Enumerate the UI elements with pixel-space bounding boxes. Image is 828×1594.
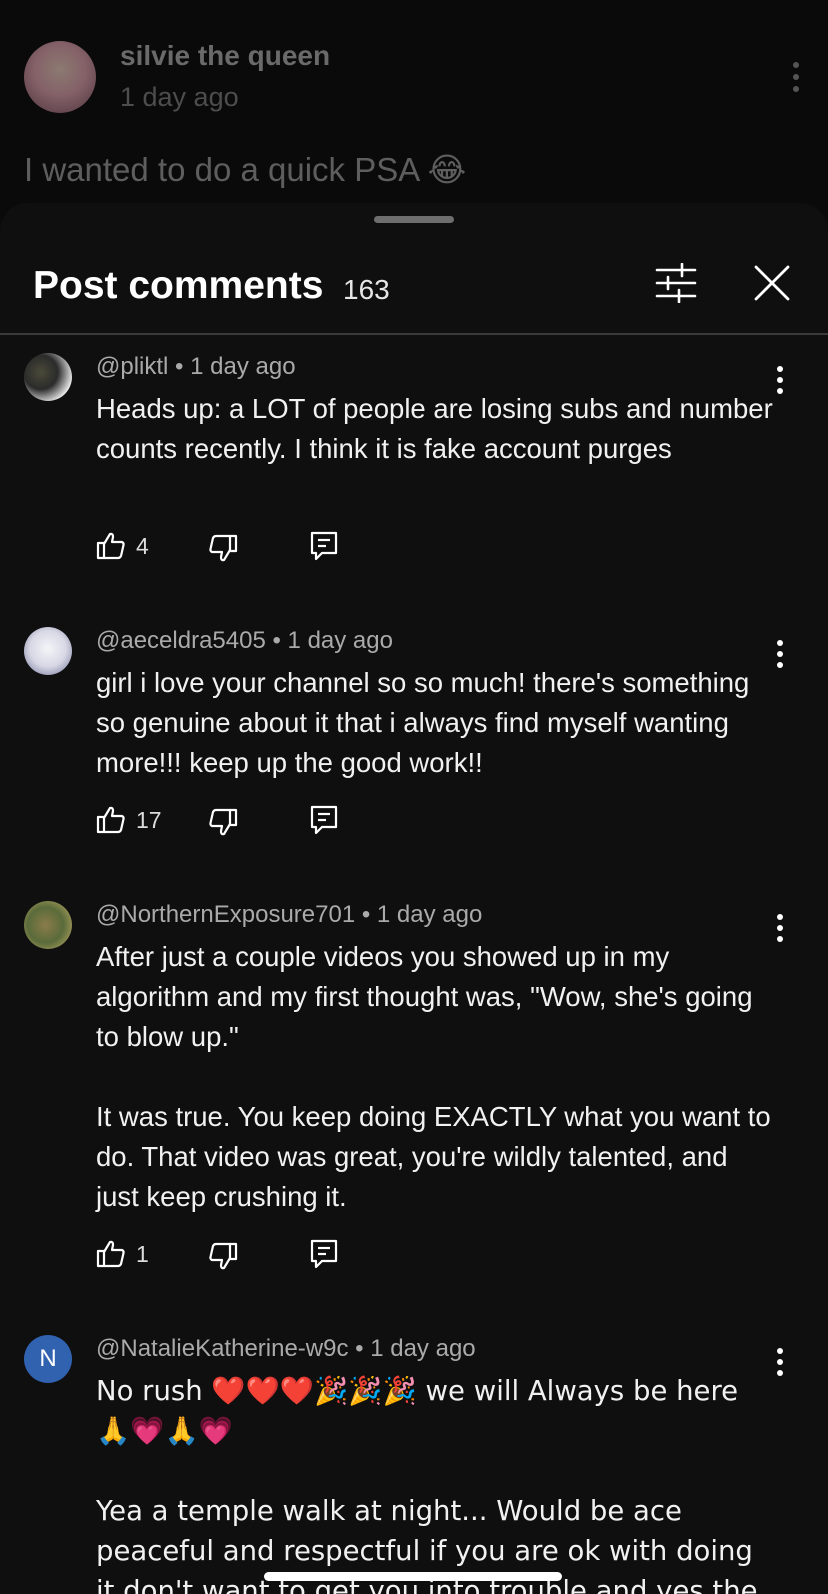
comment-text: No rush ❤️❤️❤️🎉🎉🎉 we will Always be here… [96,1375,758,1594]
reply-icon[interactable] [310,805,338,835]
thumbs-down-icon[interactable] [208,1241,238,1271]
sheet-title: Post comments [33,264,324,307]
post-author-name: silvie the queen [120,40,331,71]
comment-count: 163 [343,274,390,305]
post-text: I wanted to do a quick PSA 😂 [24,151,467,188]
sort-filter-icon[interactable] [654,263,698,303]
avatar-letter: N [39,1345,57,1372]
thumbs-down-icon[interactable] [208,807,238,837]
header-divider [0,333,828,335]
thumbs-up-icon[interactable] [96,531,126,561]
comment-meta: @pliktl • 1 day ago [96,353,296,380]
like-count: 17 [136,807,162,833]
home-indicator [264,1572,562,1581]
like-count: 1 [136,1241,149,1267]
comment-meta: @NatalieKatherine-w9c • 1 day ago [96,1335,476,1362]
like-count: 4 [136,533,149,559]
comment-meta: @NorthernExposure701 • 1 day ago [96,901,483,928]
close-icon[interactable] [752,263,792,303]
commenter-avatar[interactable] [24,627,72,675]
commenter-avatar[interactable] [24,901,72,949]
background-post: silvie the queen 1 day ago I wanted to d… [0,0,828,230]
comment-text: Heads up: a LOT of people are losing sub… [96,393,773,464]
commenter-avatar[interactable]: N [24,1335,72,1383]
comments-sheet: Post comments 163 @pliktl • 1 day ago He… [0,203,828,1594]
thumbs-up-icon[interactable] [96,1239,126,1269]
post-author-avatar [24,41,96,113]
post-more-icon[interactable] [786,60,806,96]
commenter-avatar[interactable] [24,353,72,401]
comment-actions: 4 [96,531,396,571]
comment-actions: 17 [96,805,396,845]
reply-icon[interactable] [310,1239,338,1269]
comment-text: girl i love your channel so so much! the… [96,667,750,778]
drag-handle[interactable] [374,216,454,223]
comment-actions: 1 [96,1239,396,1279]
thumbs-up-icon[interactable] [96,805,126,835]
post-time: 1 day ago [120,82,239,112]
comment-meta: @aeceldra5405 • 1 day ago [96,627,393,654]
comment-text: After just a couple videos you showed up… [96,941,771,1212]
thumbs-down-icon[interactable] [208,533,238,563]
reply-icon[interactable] [310,531,338,561]
